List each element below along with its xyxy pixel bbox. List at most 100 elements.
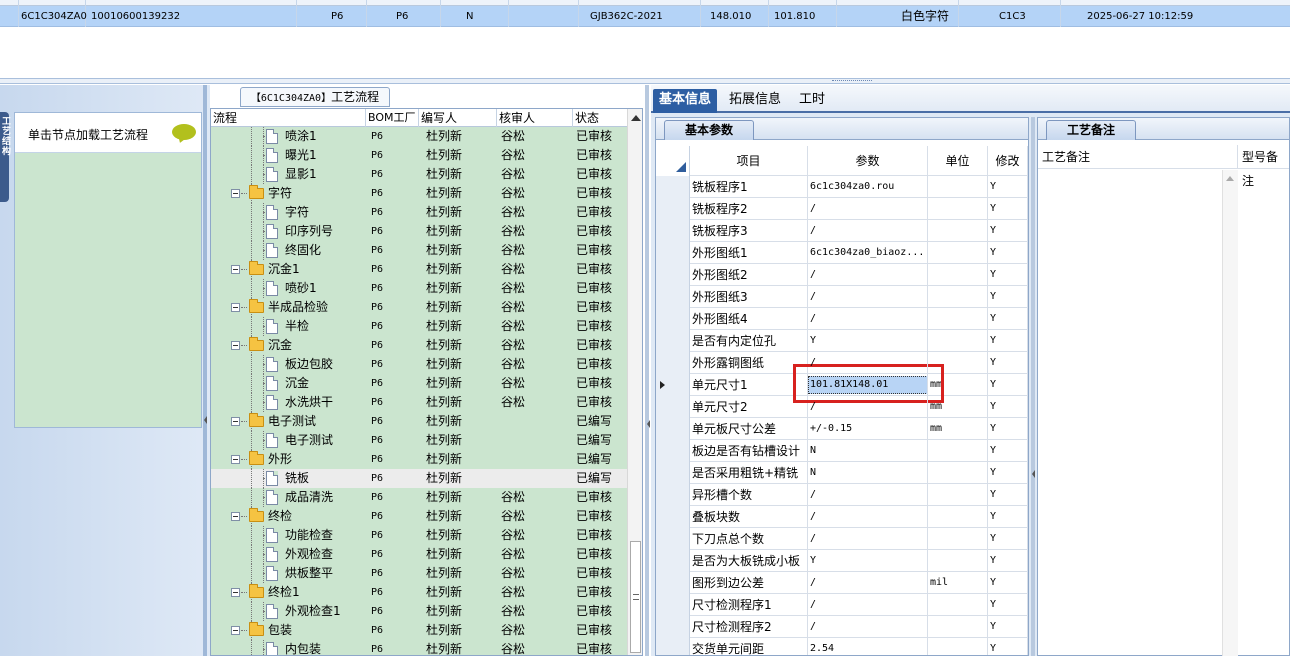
tree-row[interactable]: 喷砂1 P6 杜列新 谷松 已审核 [211, 279, 627, 298]
tab-basic-params[interactable]: 基本参数 [664, 120, 754, 140]
params-row[interactable]: 尺寸检测程序2/ Y [656, 616, 1028, 638]
row-indicator[interactable] [656, 352, 690, 374]
tab-work-hours[interactable]: 工时 [793, 89, 831, 113]
params-row[interactable]: 外形图纸3/ Y [656, 286, 1028, 308]
top-cell-standard[interactable]: GJB362C-2021 [590, 6, 663, 27]
row-indicator[interactable] [656, 506, 690, 528]
tree-row[interactable]: 外观检查1 P6 杜列新 谷松 已审核 [211, 602, 627, 621]
row-indicator[interactable] [656, 396, 690, 418]
params-row[interactable]: 外形露铜图纸 / Y [656, 352, 1028, 374]
row-indicator[interactable] [656, 330, 690, 352]
param-value[interactable]: 101.81X148.01 [808, 374, 928, 396]
param-value[interactable]: 6c1c304za0_biaoz... [808, 242, 928, 264]
params-col-unit[interactable]: 单位 [928, 146, 988, 176]
row-indicator[interactable] [656, 528, 690, 550]
param-modify[interactable]: Y [988, 528, 1028, 550]
tree-row[interactable]: 印序列号 P6 杜列新 谷松 已审核 [211, 222, 627, 241]
param-modify[interactable]: Y [988, 506, 1028, 528]
tree-row[interactable]: 水洗烘干 P6 杜列新 谷松 已审核 [211, 393, 627, 412]
tree-row[interactable]: 包装 P6 杜列新 谷松 已审核 [211, 621, 627, 640]
tree-col-state[interactable]: 状态 [573, 109, 627, 127]
params-row[interactable]: 铣板程序2/ Y [656, 198, 1028, 220]
param-value[interactable]: / [808, 594, 928, 616]
left-panel-splitter[interactable] [203, 85, 207, 656]
notes-col-model[interactable]: 型号备注 [1238, 145, 1289, 188]
param-modify[interactable]: Y [988, 330, 1028, 352]
row-indicator[interactable] [656, 264, 690, 286]
tab-basic-info[interactable]: 基本信息 [653, 89, 718, 113]
row-indicator[interactable] [656, 638, 690, 655]
collapse-minus-icon[interactable] [231, 626, 240, 635]
top-cell-length[interactable]: 148.010 [710, 6, 751, 27]
collapse-middle-arrow-icon[interactable] [647, 420, 650, 428]
tree-row[interactable]: 半成品检验 P6 杜列新 谷松 已审核 [211, 298, 627, 317]
param-value[interactable]: +/-0.15 [808, 418, 928, 440]
params-row[interactable]: 外形图纸4/ Y [656, 308, 1028, 330]
row-indicator[interactable] [656, 286, 690, 308]
row-indicator[interactable] [656, 594, 690, 616]
collapse-minus-icon[interactable] [231, 417, 240, 426]
row-indicator[interactable] [656, 616, 690, 638]
param-modify[interactable]: Y [988, 638, 1028, 655]
param-value[interactable]: / [808, 264, 928, 286]
param-modify[interactable]: Y [988, 264, 1028, 286]
middle-splitter[interactable] [645, 85, 649, 656]
top-cell-factory[interactable]: P6 [331, 6, 343, 27]
param-modify[interactable]: Y [988, 220, 1028, 242]
tree-col-flow[interactable]: 流程 [211, 109, 366, 127]
tree-row[interactable]: 成品清洗 P6 杜列新 谷松 已审核 [211, 488, 627, 507]
tree-row[interactable]: 曝光1 P6 杜列新 谷松 已审核 [211, 146, 627, 165]
tree-row[interactable]: 功能检查 P6 杜列新 谷松 已审核 [211, 526, 627, 545]
notes-col-process[interactable]: 工艺备注 [1038, 145, 1238, 169]
scroll-up-icon[interactable] [631, 115, 641, 121]
top-cell-character-color[interactable]: 白色字符 [901, 6, 949, 27]
collapse-minus-icon[interactable] [231, 455, 240, 464]
tree-row[interactable]: 外观检查 P6 杜列新 谷松 已审核 [211, 545, 627, 564]
params-col-modify[interactable]: 修改 [988, 146, 1028, 176]
tree-row[interactable]: 显影1 P6 杜列新 谷松 已审核 [211, 165, 627, 184]
params-col-item[interactable]: 项目 [690, 146, 808, 176]
top-cell-layer[interactable]: C1C3 [999, 6, 1026, 27]
params-row[interactable]: 是否有内定位孔 Y Y [656, 330, 1028, 352]
top-cell-product-code[interactable]: 6C1C304ZA0 [21, 6, 87, 27]
tree-row[interactable]: 半检 P6 杜列新 谷松 已审核 [211, 317, 627, 336]
tree-row[interactable]: 沉金 P6 杜列新 谷松 已审核 [211, 374, 627, 393]
collapse-minus-icon[interactable] [231, 512, 240, 521]
tree-row[interactable]: 字符 P6 杜列新 谷松 已审核 [211, 203, 627, 222]
tab-process-notes[interactable]: 工艺备注 [1046, 120, 1136, 140]
params-row[interactable]: 是否采用粗铣+精铣 N Y [656, 462, 1028, 484]
params-row[interactable]: 单元板尺寸公差 +/-0.15 mm Y [656, 418, 1028, 440]
param-modify[interactable]: Y [988, 396, 1028, 418]
tree-row[interactable]: 终检 P6 杜列新 谷松 已审核 [211, 507, 627, 526]
tree-row[interactable]: 板边包胶 P6 杜列新 谷松 已审核 [211, 355, 627, 374]
param-modify[interactable]: Y [988, 594, 1028, 616]
param-modify[interactable]: Y [988, 176, 1028, 198]
param-value[interactable]: 2.54 [808, 638, 928, 655]
collapse-minus-icon[interactable] [231, 303, 240, 312]
right-splitter[interactable] [1031, 117, 1035, 656]
row-indicator[interactable] [656, 418, 690, 440]
param-modify[interactable]: Y [988, 352, 1028, 374]
row-indicator[interactable] [656, 550, 690, 572]
tree-row[interactable]: 铣板 P6 杜列新 已编写 [211, 469, 627, 488]
param-value[interactable]: / [808, 198, 928, 220]
param-modify[interactable]: Y [988, 550, 1028, 572]
params-row[interactable]: 异形槽个数 / Y [656, 484, 1028, 506]
param-value[interactable]: N [808, 462, 928, 484]
collapse-right-arrow-icon[interactable] [1032, 470, 1035, 478]
tree-row[interactable]: 沉金 P6 杜列新 谷松 已审核 [211, 336, 627, 355]
params-row[interactable]: 板边是否有钻槽设计 N Y [656, 440, 1028, 462]
params-col-value[interactable]: 参数 [808, 146, 928, 176]
tree-row[interactable]: 终检1 P6 杜列新 谷松 已审核 [211, 583, 627, 602]
param-modify[interactable]: Y [988, 440, 1028, 462]
collapse-minus-icon[interactable] [231, 588, 240, 597]
scroll-up-icon[interactable] [1226, 176, 1234, 181]
param-modify[interactable]: Y [988, 616, 1028, 638]
param-value[interactable]: / [808, 308, 928, 330]
top-cell-width[interactable]: 101.810 [774, 6, 815, 27]
params-row[interactable]: 尺寸检测程序1/ Y [656, 594, 1028, 616]
row-indicator[interactable] [656, 572, 690, 594]
params-row[interactable]: 外形图纸1 6c1c304za0_biaoz... Y [656, 242, 1028, 264]
collapse-minus-icon[interactable] [231, 341, 240, 350]
hint-header[interactable]: 单击节点加载工艺流程 [15, 113, 201, 153]
